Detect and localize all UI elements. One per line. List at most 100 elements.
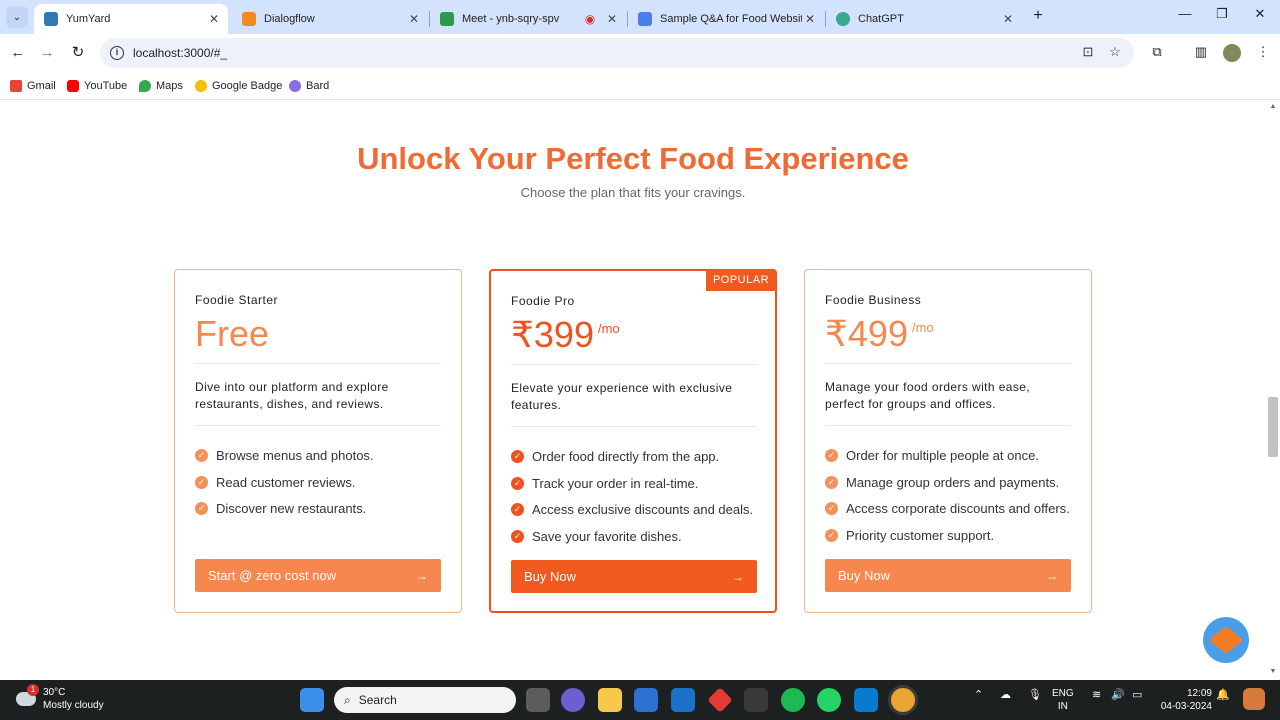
menu-icon[interactable]: ⋮ <box>1254 44 1272 62</box>
clock[interactable]: 12:09 04-03-2024 <box>1156 687 1212 713</box>
tab-sample-qa[interactable]: Sample Q&A for Food Website ✕ <box>628 4 824 34</box>
close-icon[interactable]: ✕ <box>1000 12 1016 26</box>
minimize-button[interactable]: — <box>1170 6 1200 26</box>
whatsapp-icon[interactable] <box>817 688 841 712</box>
teams-chat-icon[interactable] <box>561 688 585 712</box>
cloud-icon: 1 <box>16 684 39 706</box>
feature-text: Priority customer support. <box>846 527 995 543</box>
language-indicator[interactable]: ENG IN <box>1052 687 1074 713</box>
feature-item: ✓ Manage group orders and payments. <box>825 469 1085 496</box>
divider <box>195 363 441 364</box>
app-gallery-icon[interactable] <box>744 688 768 712</box>
bookmark-bard[interactable]: Bard <box>289 78 329 94</box>
file-explorer-icon[interactable] <box>598 688 622 712</box>
back-button[interactable]: ← <box>7 42 29 64</box>
close-window-button[interactable]: ✕ <box>1245 6 1275 26</box>
cube-icon <box>1208 626 1244 654</box>
bookmark-maps[interactable]: Maps <box>139 78 183 94</box>
feature-text: Browse menus and photos. <box>216 447 374 463</box>
plan-card-pro: POPULAR Foodie Pro ₹399 /mo Elevate your… <box>489 269 777 613</box>
address-bar[interactable]: i localhost:3000/#_ ⊡ ☆ <box>100 38 1134 68</box>
bookmark-star-icon[interactable]: ☆ <box>1106 44 1124 62</box>
extensions-icon[interactable]: ⧉ <box>1148 44 1166 62</box>
bard-icon <box>638 12 652 26</box>
forward-button[interactable]: → <box>36 42 58 64</box>
feature-item: ✓ Order for multiple people at once. <box>825 442 1085 469</box>
vscode-icon[interactable] <box>854 688 878 712</box>
browser-toolbar: ← → ↻ i localhost:3000/#_ ⊡ ☆ ⧉ ▥ ⋮ <box>0 34 1280 72</box>
copilot-icon[interactable] <box>1243 688 1265 710</box>
bookmark-label: Bard <box>306 80 330 92</box>
wifi-icon[interactable]: ≋ <box>1092 688 1101 701</box>
close-icon[interactable]: ✕ <box>206 12 222 26</box>
buy-now-button[interactable]: Buy Now → <box>511 560 757 593</box>
bookmark-youtube[interactable]: YouTube <box>67 78 127 94</box>
start-free-button[interactable]: Start @ zero cost now → <box>195 559 441 592</box>
price-period: /mo <box>911 320 934 335</box>
scroll-down-arrow[interactable]: ▼ <box>1268 668 1278 678</box>
tab-title: ChatGPT <box>858 13 904 25</box>
chrome-icon[interactable] <box>891 688 915 712</box>
volume-icon[interactable]: 🔊 <box>1111 688 1125 701</box>
bookmarks-bar: Gmail YouTube Maps Google Badge Bard <box>0 72 1280 100</box>
feature-text: Order for multiple people at once. <box>846 447 1039 463</box>
language-code: ENG <box>1052 688 1074 699</box>
notifications-icon[interactable]: 🔔 <box>1216 688 1230 701</box>
scroll-up-arrow[interactable]: ▲ <box>1268 103 1278 113</box>
close-icon[interactable]: ✕ <box>802 12 818 26</box>
plan-name: Foodie Starter <box>195 293 279 307</box>
new-tab-button[interactable]: + <box>1029 7 1047 25</box>
task-view-icon[interactable] <box>526 688 550 712</box>
plan-name: Foodie Business <box>825 293 922 307</box>
feature-text: Access corporate discounts and offers. <box>846 501 1070 517</box>
maps-icon <box>139 80 151 92</box>
price-amount: Free <box>195 313 270 354</box>
show-hidden-icons[interactable]: ⌃ <box>974 688 983 701</box>
onedrive-icon[interactable]: ☁ <box>1000 688 1011 701</box>
feature-item: ✓ Order food directly from the app. <box>511 443 771 470</box>
scrollbar-thumb[interactable] <box>1268 397 1278 457</box>
weather-desc: Mostly cloudy <box>43 700 104 711</box>
install-app-icon[interactable]: ⊡ <box>1079 44 1097 62</box>
microsoft-store-icon[interactable] <box>634 688 658 712</box>
microphone-icon[interactable]: 🎙 <box>1028 688 1042 701</box>
price-period: /mo <box>597 321 620 336</box>
profile-avatar[interactable] <box>1223 44 1241 62</box>
bookmark-google-badge[interactable]: Google Badge <box>195 78 282 94</box>
plan-description: Elevate your experience with exclusive f… <box>511 381 733 412</box>
tab-dialogflow[interactable]: Dialogflow ✕ <box>232 4 428 34</box>
notification-badge: 1 <box>27 684 39 696</box>
tab-chatgpt[interactable]: ChatGPT ✕ <box>826 4 1022 34</box>
check-icon: ✓ <box>825 528 838 542</box>
arrow-right-icon: → <box>732 569 744 584</box>
feature-item: ✓ Discover new restaurants. <box>195 495 455 522</box>
tab-title: Dialogflow <box>264 13 315 25</box>
site-info-icon[interactable]: i <box>110 46 124 60</box>
dialogflow-icon <box>242 12 256 26</box>
divider <box>511 364 757 365</box>
spotify-icon[interactable] <box>781 688 805 712</box>
reload-button[interactable]: ↻ <box>67 42 89 64</box>
check-icon: ✓ <box>195 502 208 516</box>
restore-button[interactable]: ❐ <box>1207 6 1237 26</box>
clock-date: 04-03-2024 <box>1160 701 1212 712</box>
bookmark-gmail[interactable]: Gmail <box>10 78 56 94</box>
mail-icon[interactable] <box>671 688 695 712</box>
side-panel-icon[interactable]: ▥ <box>1192 44 1210 62</box>
app-red-icon[interactable] <box>707 687 733 713</box>
weather-widget[interactable]: 1 30°C Mostly cloudy <box>16 684 104 712</box>
buy-now-button[interactable]: Buy Now → <box>825 559 1071 592</box>
scrollbar-track[interactable] <box>1266 101 1280 680</box>
tab-meet[interactable]: Meet - ynb-sqry-spv ◉ ✕ <box>430 4 626 34</box>
tab-search-button[interactable]: ⌄ <box>6 6 28 28</box>
taskbar-search[interactable]: ⌕ Search <box>334 687 516 713</box>
tab-strip: ⌄ YumYard ✕ Dialogflow ✕ Meet - ynb-sqry… <box>0 0 1280 34</box>
chatbot-launcher-button[interactable] <box>1203 617 1249 663</box>
windows-start-icon[interactable] <box>300 688 324 712</box>
chatgpt-icon <box>836 12 850 26</box>
divider <box>511 426 757 427</box>
close-icon[interactable]: ✕ <box>604 12 620 26</box>
tab-yumyard[interactable]: YumYard ✕ <box>34 4 228 34</box>
close-icon[interactable]: ✕ <box>406 12 422 26</box>
battery-icon[interactable]: ▭ <box>1132 688 1142 701</box>
